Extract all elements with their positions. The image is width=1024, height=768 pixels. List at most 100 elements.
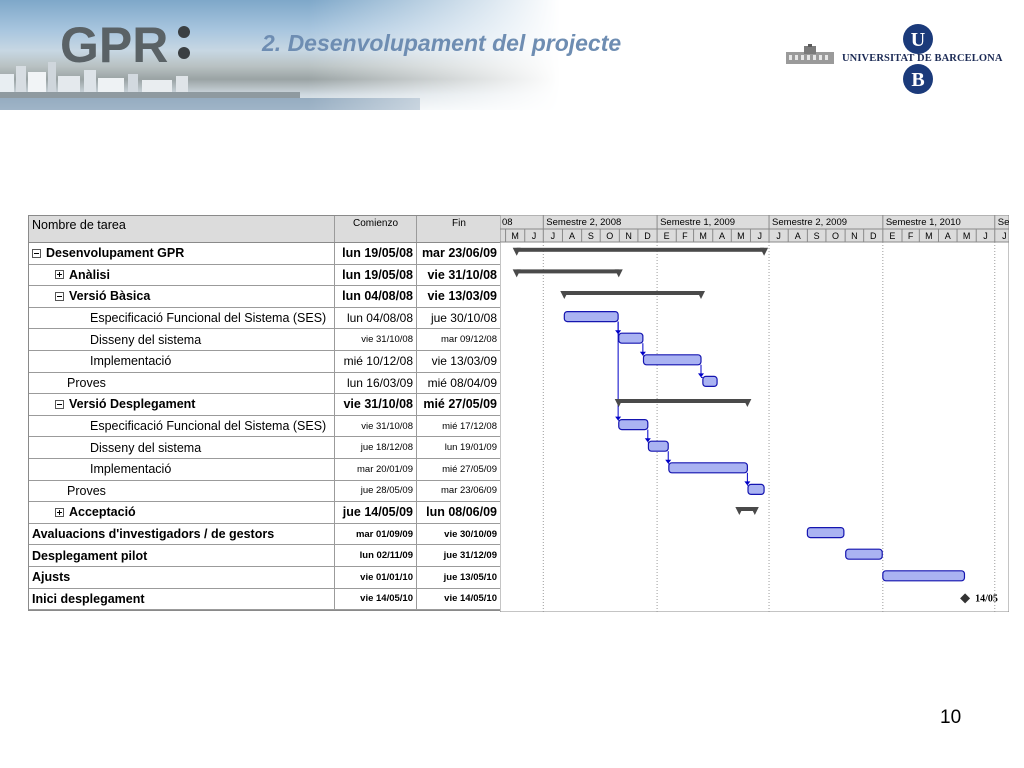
summary-bar <box>618 399 748 403</box>
table-row[interactable]: Avaluacions d'investigadors / de gestors… <box>29 523 501 546</box>
table-row[interactable]: Implementació mié 10/12/08 vie 13/03/09 <box>29 350 501 373</box>
month-label: O <box>606 231 613 241</box>
task-end-cell: vie 13/03/09 <box>431 354 497 369</box>
university-building-icon <box>786 44 834 64</box>
table-row[interactable]: Implementació mar 20/01/09 mié 27/05/09 <box>29 458 501 481</box>
task-start-cell: lun 19/05/08 <box>335 264 417 286</box>
month-label: M <box>511 231 518 241</box>
table-row[interactable]: Desenvolupament GPR lun 19/05/08 mar 23/06… <box>29 243 501 265</box>
summary-bar <box>564 291 702 295</box>
task-name: Versió Desplegament <box>69 397 196 412</box>
gpr-logo: GPR <box>60 17 190 73</box>
collapse-icon[interactable] <box>55 291 64 301</box>
table-body: Desenvolupament GPR lun 19/05/08 mar 23/06… <box>29 243 501 611</box>
task-end-cell: mié 17/12/08 <box>442 420 497 432</box>
task-bar <box>618 332 644 344</box>
task-name-cell: Desplegament pilot <box>29 545 335 566</box>
task-bar <box>668 462 748 474</box>
table-row[interactable]: Versió Bàsica lun 04/08/08 vie 13/03/09 <box>29 286 501 308</box>
column-header-task-name[interactable]: Nombre de tarea <box>29 216 335 242</box>
task-name-cell: Desenvolupament GPR <box>29 243 335 264</box>
task-bar <box>747 483 765 495</box>
task-name-cell: Inici desplegament <box>29 588 335 610</box>
task-end-cell: mié 27/05/09 <box>442 463 497 475</box>
task-name: Desenvolupament GPR <box>46 246 185 261</box>
month-label: N <box>625 231 632 241</box>
table-row[interactable]: Especificació Funcional del Sistema (SES… <box>29 307 501 330</box>
task-end-cell: vie 13/03/09 <box>427 289 497 304</box>
table-row[interactable]: Versió Desplegament vie 31/10/08 mié 27/05… <box>29 394 501 416</box>
table-row[interactable]: Proves jue 28/05/09 mar 23/06/09 <box>29 480 501 503</box>
emblem-letter-u: U <box>911 29 925 51</box>
task-end-cell: vie 14/05/10 <box>444 593 497 605</box>
table-row[interactable]: Anàlisi lun 19/05/08 vie 31/10/08 <box>29 264 501 287</box>
column-header-end[interactable]: Fin <box>417 216 501 242</box>
task-name: Disseny del sistema <box>90 332 202 347</box>
column-header-start[interactable]: Comienzo <box>335 216 417 242</box>
table-row[interactable]: Disseny del sistema vie 31/10/08 mar 09/12… <box>29 329 501 351</box>
task-name-cell: Anàlisi <box>29 264 335 286</box>
task-name-cell: Proves <box>29 372 335 394</box>
expand-icon[interactable] <box>55 270 64 280</box>
month-label: J <box>758 231 763 241</box>
gantt-chart: M J J A S O N D E F M A M J J A S O N D E F M A M J J 08 Semestre 2,… <box>500 215 1009 612</box>
table-row[interactable]: Especificació Funcional del Sistema (SES… <box>29 415 501 438</box>
task-name-cell: Implementació <box>29 350 335 372</box>
task-name-cell: Proves <box>29 480 335 502</box>
month-label: E <box>664 231 670 241</box>
semester-label: 08 <box>502 217 513 228</box>
table-row[interactable]: Inici desplegament vie 14/05/10 vie 14/05/… <box>29 588 501 611</box>
expand-icon[interactable] <box>55 507 64 517</box>
task-end-cell: vie 31/10/08 <box>427 267 497 282</box>
chart-background <box>500 215 1009 612</box>
task-start-cell: lun 19/05/08 <box>335 243 417 264</box>
task-name: Implementació <box>90 462 172 477</box>
collapse-icon[interactable] <box>55 399 64 409</box>
task-end-cell: jue 30/10/08 <box>430 311 497 326</box>
task-start-cell: mar 01/09/09 <box>335 523 417 545</box>
task-start-cell: vie 31/10/08 <box>335 394 417 415</box>
collapse-icon[interactable] <box>32 248 41 258</box>
task-bar <box>618 419 649 431</box>
slide-title: 2. Desenvolupament del projecte <box>262 30 622 56</box>
month-label: M <box>963 231 971 241</box>
task-start-cell: vie 31/10/08 <box>335 415 417 437</box>
task-name: Especificació Funcional del Sistema (SES… <box>90 419 327 434</box>
task-bar <box>702 375 718 387</box>
task-name: Ajusts <box>32 570 71 585</box>
month-label: M <box>699 231 707 241</box>
emblem-letter-b: B <box>911 69 924 91</box>
task-name-cell: Disseny del sistema <box>29 437 335 458</box>
task-bar <box>806 527 845 539</box>
task-name-cell: Versió Desplegament <box>29 394 335 415</box>
table-row[interactable]: Disseny del sistema jue 18/12/08 lun 19/01… <box>29 437 501 459</box>
month-label: N <box>851 231 858 241</box>
month-label: M <box>737 231 745 241</box>
task-bar <box>647 440 669 452</box>
task-start-cell: lun 04/08/08 <box>335 307 417 329</box>
task-name: Implementació <box>90 354 172 369</box>
task-name: Inici desplegament <box>32 591 145 606</box>
task-end-cell: mar 09/12/08 <box>441 334 497 346</box>
semester-label: Semestre 1, 2010 <box>886 217 961 228</box>
task-start-cell: vie 31/10/08 <box>335 329 417 350</box>
table-row[interactable]: Desplegament pilot lun 02/11/09 jue 31/12/… <box>29 545 501 567</box>
task-name-cell: Versió Bàsica <box>29 286 335 307</box>
task-name: Disseny del sistema <box>90 440 202 455</box>
table-row[interactable]: Acceptació jue 14/05/09 lun 08/06/09 <box>29 502 501 524</box>
month-label: J <box>1002 231 1007 241</box>
task-name-cell: Acceptació <box>29 502 335 523</box>
month-label: S <box>588 231 594 241</box>
task-end-cell: mar 23/06/09 <box>441 485 497 497</box>
task-bar <box>882 570 966 582</box>
table-row[interactable]: Ajusts vie 01/01/10 jue 13/05/10 <box>29 566 501 589</box>
month-label: J <box>983 231 988 241</box>
table-row[interactable]: Proves lun 16/03/09 mié 08/04/09 <box>29 372 501 395</box>
gantt-task-table: Nombre de tarea Comienzo Fin Desenvolupa… <box>28 215 502 612</box>
task-name: Versió Bàsica <box>69 289 151 304</box>
task-name: Proves <box>67 375 106 390</box>
task-name: Acceptació <box>69 505 136 520</box>
month-label: A <box>719 231 725 241</box>
task-start-cell: jue 28/05/09 <box>335 480 417 502</box>
task-bar <box>845 548 883 560</box>
